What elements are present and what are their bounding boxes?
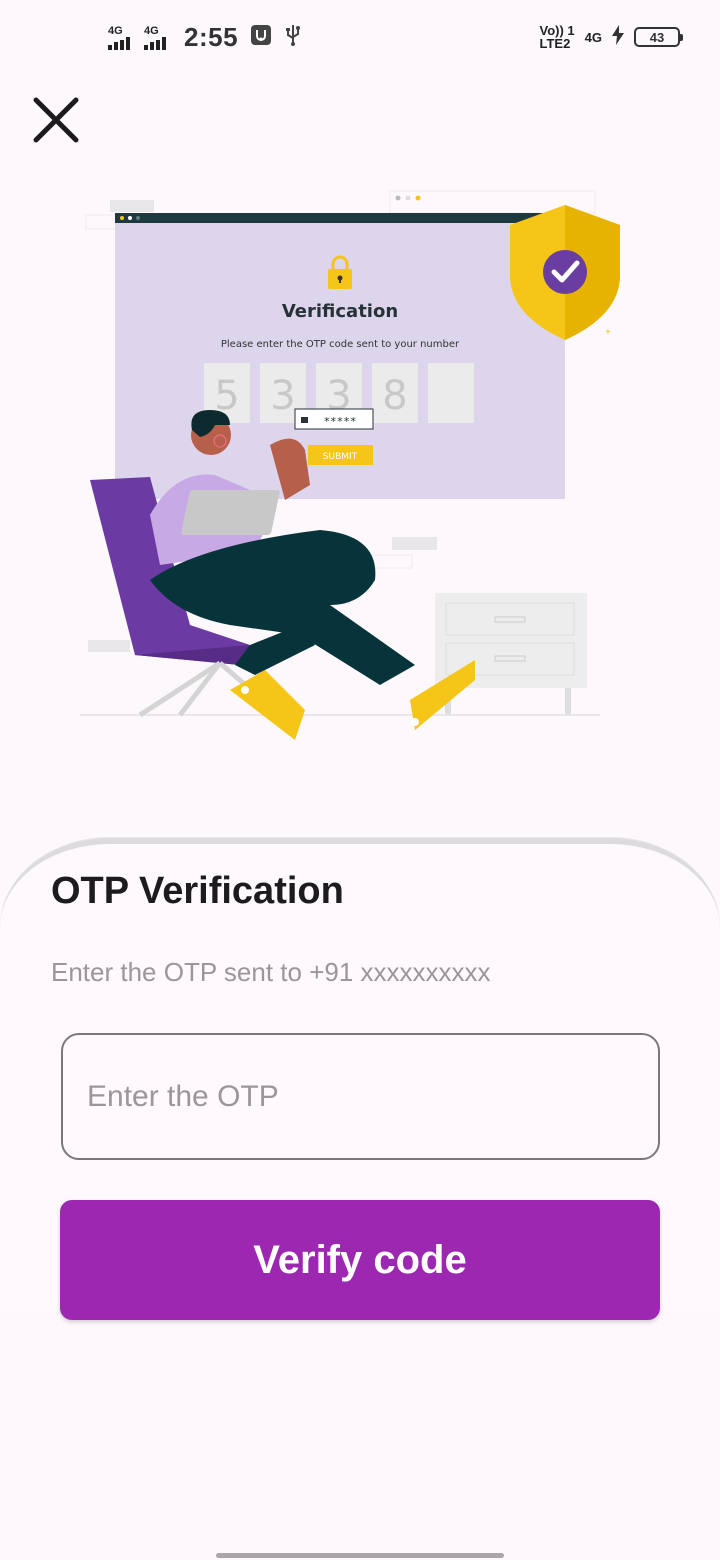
volte-indicator: Vo)) 1 LTE2 bbox=[540, 24, 575, 50]
status-bar: 4G 4G 2:55 Vo)) 1 LTE2 4G 43 bbox=[0, 0, 720, 78]
sim1-signal: 4G bbox=[108, 24, 138, 50]
password-mask: ***** bbox=[323, 415, 356, 428]
otp-digit-2: 3 bbox=[270, 373, 295, 419]
otp-field[interactable] bbox=[61, 1033, 660, 1160]
close-icon bbox=[33, 97, 79, 143]
usb-icon bbox=[284, 23, 302, 52]
sheet-subtitle: Enter the OTP sent to +91 xxxxxxxxxx bbox=[51, 957, 491, 987]
verify-code-button[interactable]: Verify code bbox=[60, 1200, 660, 1320]
net-right-label: 4G bbox=[584, 29, 602, 45]
illustration-heading: Verification bbox=[282, 301, 398, 322]
illustration-submit: SUBMIT bbox=[323, 452, 358, 462]
clock: 2:55 bbox=[184, 22, 239, 52]
sim2-signal: 4G bbox=[144, 24, 174, 50]
charging-bolt-icon bbox=[612, 24, 624, 50]
status-left: 4G 4G 2:55 bbox=[108, 22, 302, 53]
battery-indicator: 43 bbox=[634, 27, 683, 47]
sheet-title: OTP Verification bbox=[51, 870, 344, 912]
illustration-subtext: Please enter the OTP code sent to your n… bbox=[221, 339, 460, 350]
otp-input[interactable] bbox=[63, 1035, 658, 1158]
otp-digit-4: 8 bbox=[382, 373, 407, 419]
sim2-net-label: 4G bbox=[144, 24, 159, 37]
verification-illustration: Verification Please enter the OTP code s… bbox=[80, 190, 620, 740]
home-indicator[interactable] bbox=[216, 1553, 504, 1558]
status-right: Vo)) 1 LTE2 4G 43 bbox=[540, 24, 683, 50]
close-button[interactable] bbox=[28, 92, 84, 148]
sim1-net-label: 4G bbox=[108, 24, 123, 37]
svg-text:+: + bbox=[605, 327, 611, 338]
battery-level: 43 bbox=[649, 29, 665, 45]
svg-text:+: + bbox=[530, 217, 536, 228]
usb-debug-icon bbox=[250, 24, 272, 51]
volte-bottom: LTE2 bbox=[539, 36, 571, 51]
